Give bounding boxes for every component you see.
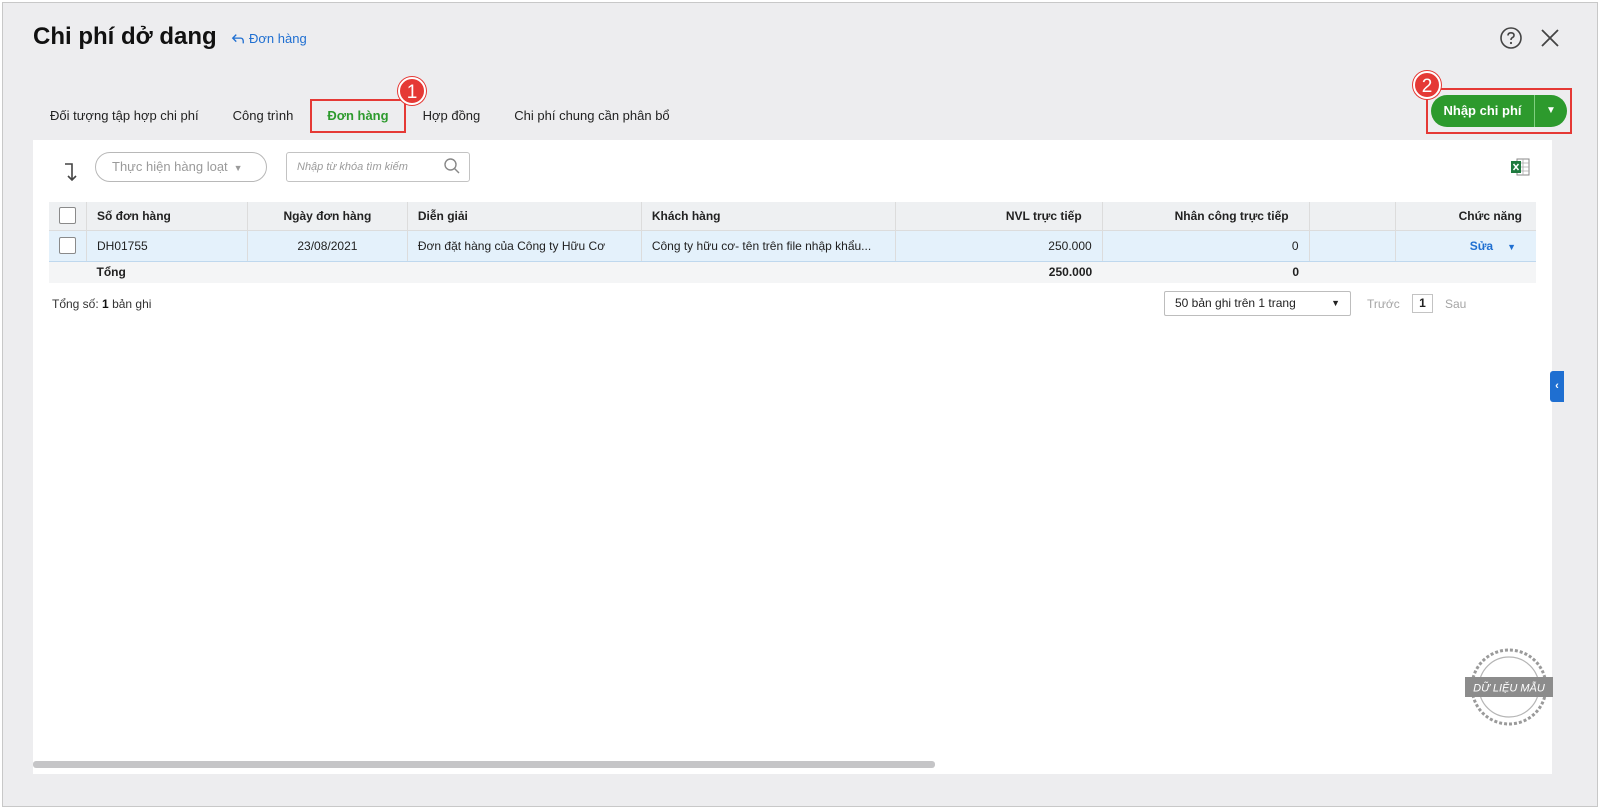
cell-blank xyxy=(1309,230,1396,262)
caret-down-icon: ▼ xyxy=(233,163,243,173)
stamp-text: DỮ LIỆU MẪU xyxy=(1473,682,1545,695)
col-blank xyxy=(1309,202,1396,231)
page-size-select[interactable]: 50 bản ghi trên 1 trang ▼ xyxy=(1164,291,1351,316)
next-page-button[interactable]: Sau xyxy=(1445,297,1466,311)
enter-cost-button[interactable]: Nhập chi phí ▼ xyxy=(1431,95,1567,127)
total-blank xyxy=(49,261,87,283)
cell-actions: Sửa ▼ xyxy=(1395,230,1536,262)
step-badge-2: 2 xyxy=(1413,71,1441,99)
sort-icon[interactable] xyxy=(61,160,81,184)
select-all-checkbox[interactable] xyxy=(59,207,76,225)
tab-bar: Đối tượng tập hợp chi phí Công trình Đơn… xyxy=(33,99,687,133)
tab-cost-objects[interactable]: Đối tượng tập hợp chi phí xyxy=(33,99,216,133)
record-count: Tổng số: 1 bản ghi xyxy=(52,297,152,311)
caret-down-icon[interactable]: ▼ xyxy=(1535,95,1567,127)
cell-customer: Công ty hữu cơ- tên trên file nhập khẩu.… xyxy=(641,230,896,262)
select-all-cell xyxy=(49,202,87,231)
bulk-action-button[interactable]: Thực hiện hàng loạt ▼ xyxy=(95,152,267,182)
back-link-label: Đơn hàng xyxy=(249,31,307,46)
chevron-left-icon: ‹ xyxy=(1555,380,1559,392)
back-arrow-icon xyxy=(231,33,244,43)
row-checkbox[interactable] xyxy=(59,237,76,254)
prev-page-button[interactable]: Trước xyxy=(1367,297,1400,311)
sample-data-stamp: DỮ LIỆU MẪU xyxy=(1465,648,1553,726)
cell-direct-labor: 0 xyxy=(1102,230,1310,262)
close-icon[interactable] xyxy=(1539,27,1561,49)
excel-export-icon[interactable] xyxy=(1509,156,1531,178)
cell-order-date: 23/08/2021 xyxy=(247,230,408,262)
back-link[interactable]: Đơn hàng xyxy=(231,31,307,46)
tab-projects[interactable]: Công trình xyxy=(216,99,311,133)
col-customer[interactable]: Khách hàng xyxy=(641,202,896,231)
total-direct-material: 250.000 xyxy=(895,261,1103,283)
page-title: Chi phí dở dang xyxy=(33,23,217,50)
orders-table: Số đơn hàng Ngày đơn hàng Diễn giải Khác… xyxy=(49,202,1536,283)
horizontal-scrollbar[interactable] xyxy=(33,761,935,768)
total-label: Tổng xyxy=(86,261,248,283)
content-panel: Thực hiện hàng loạt ▼ Số đơn hàng Ngày đơ… xyxy=(33,140,1552,774)
col-direct-labor[interactable]: Nhân công trực tiếp xyxy=(1102,202,1310,231)
tab-shared-costs[interactable]: Chi phí chung cần phân bổ xyxy=(497,99,686,133)
row-select-cell xyxy=(49,230,87,262)
col-direct-material[interactable]: NVL trực tiếp xyxy=(895,202,1103,231)
search-icon[interactable] xyxy=(443,157,461,175)
tab-orders[interactable]: Đơn hàng xyxy=(310,99,406,133)
total-row: Tổng 250.000 0 xyxy=(49,261,1536,283)
cell-direct-material: 250.000 xyxy=(895,230,1103,262)
col-description[interactable]: Diễn giải xyxy=(407,202,642,231)
highlight-box: Nhập chi phí ▼ xyxy=(1426,88,1572,134)
bulk-action-label: Thực hiện hàng loạt xyxy=(112,159,228,174)
tab-contracts[interactable]: Hợp đồng xyxy=(406,99,498,133)
page-number[interactable]: 1 xyxy=(1412,294,1433,313)
caret-down-icon[interactable]: ▼ xyxy=(1507,242,1516,252)
col-order-no[interactable]: Số đơn hàng xyxy=(86,202,248,231)
help-icon[interactable] xyxy=(1499,26,1523,50)
col-actions: Chức năng xyxy=(1395,202,1536,231)
total-direct-labor: 0 xyxy=(1102,261,1310,283)
enter-cost-label: Nhập chi phí xyxy=(1431,95,1535,127)
cell-order-no: DH01755 xyxy=(86,230,248,262)
table-row[interactable]: DH01755 23/08/2021 Đơn đặt hàng của Công… xyxy=(49,230,1536,262)
col-order-date[interactable]: Ngày đơn hàng xyxy=(247,202,408,231)
dialog-frame: Chi phí dở dang Đơn hàng Đối tượng tập h… xyxy=(2,2,1598,807)
side-panel-toggle[interactable]: ‹ xyxy=(1550,371,1564,402)
cell-description: Đơn đặt hàng của Công ty Hữu Cơ xyxy=(407,230,642,262)
table-header-row: Số đơn hàng Ngày đơn hàng Diễn giải Khác… xyxy=(49,202,1536,231)
step-badge-1: 1 xyxy=(398,77,426,105)
edit-link[interactable]: Sửa xyxy=(1470,239,1493,253)
caret-down-icon: ▼ xyxy=(1331,298,1340,308)
